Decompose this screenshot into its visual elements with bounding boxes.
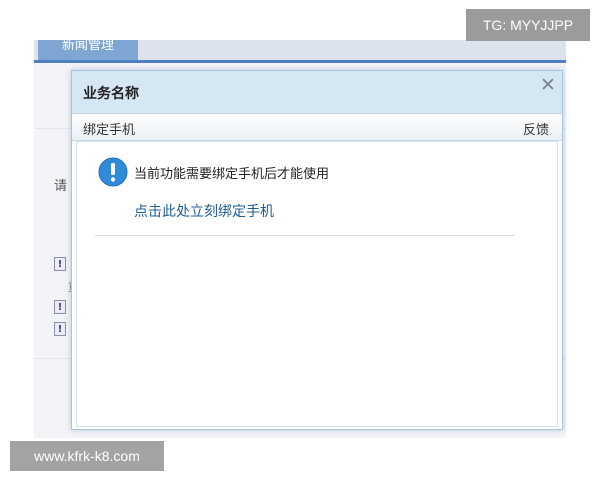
notice-text: 当前功能需要绑定手机后才能使用 (134, 167, 330, 182)
feedback-link[interactable]: 反馈 (523, 119, 549, 138)
watermark-tg: TG: MYYJJPP (466, 9, 590, 41)
divider (95, 235, 515, 236)
warning-icon: ! (54, 322, 66, 336)
warning-icon: ! (54, 257, 66, 271)
close-icon[interactable]: ✕ (537, 74, 559, 96)
subheader-label: 绑定手机 (83, 123, 136, 138)
dialog-title: 业务名称 (83, 86, 139, 102)
background-tab[interactable]: 新闻管理 (38, 40, 138, 60)
dialog-subheader: 绑定手机 反馈 (72, 113, 562, 141)
warning-icon: ! (54, 300, 66, 314)
bind-phone-dialog: 业务名称 ✕ 绑定手机 反馈 当前功能需要绑定手机后才能使用 点击此处立刻绑定手… (71, 70, 563, 430)
background-prompt-text: 请 (54, 179, 68, 194)
bind-phone-link[interactable]: 点击此处立刻绑定手机 (134, 201, 274, 221)
dialog-body: 当前功能需要绑定手机后才能使用 点击此处立刻绑定手机 (76, 141, 558, 427)
watermark-url: www.kfrk-k8.com (10, 441, 164, 471)
info-icon (98, 157, 128, 187)
dialog-header: 业务名称 ✕ (72, 71, 562, 113)
